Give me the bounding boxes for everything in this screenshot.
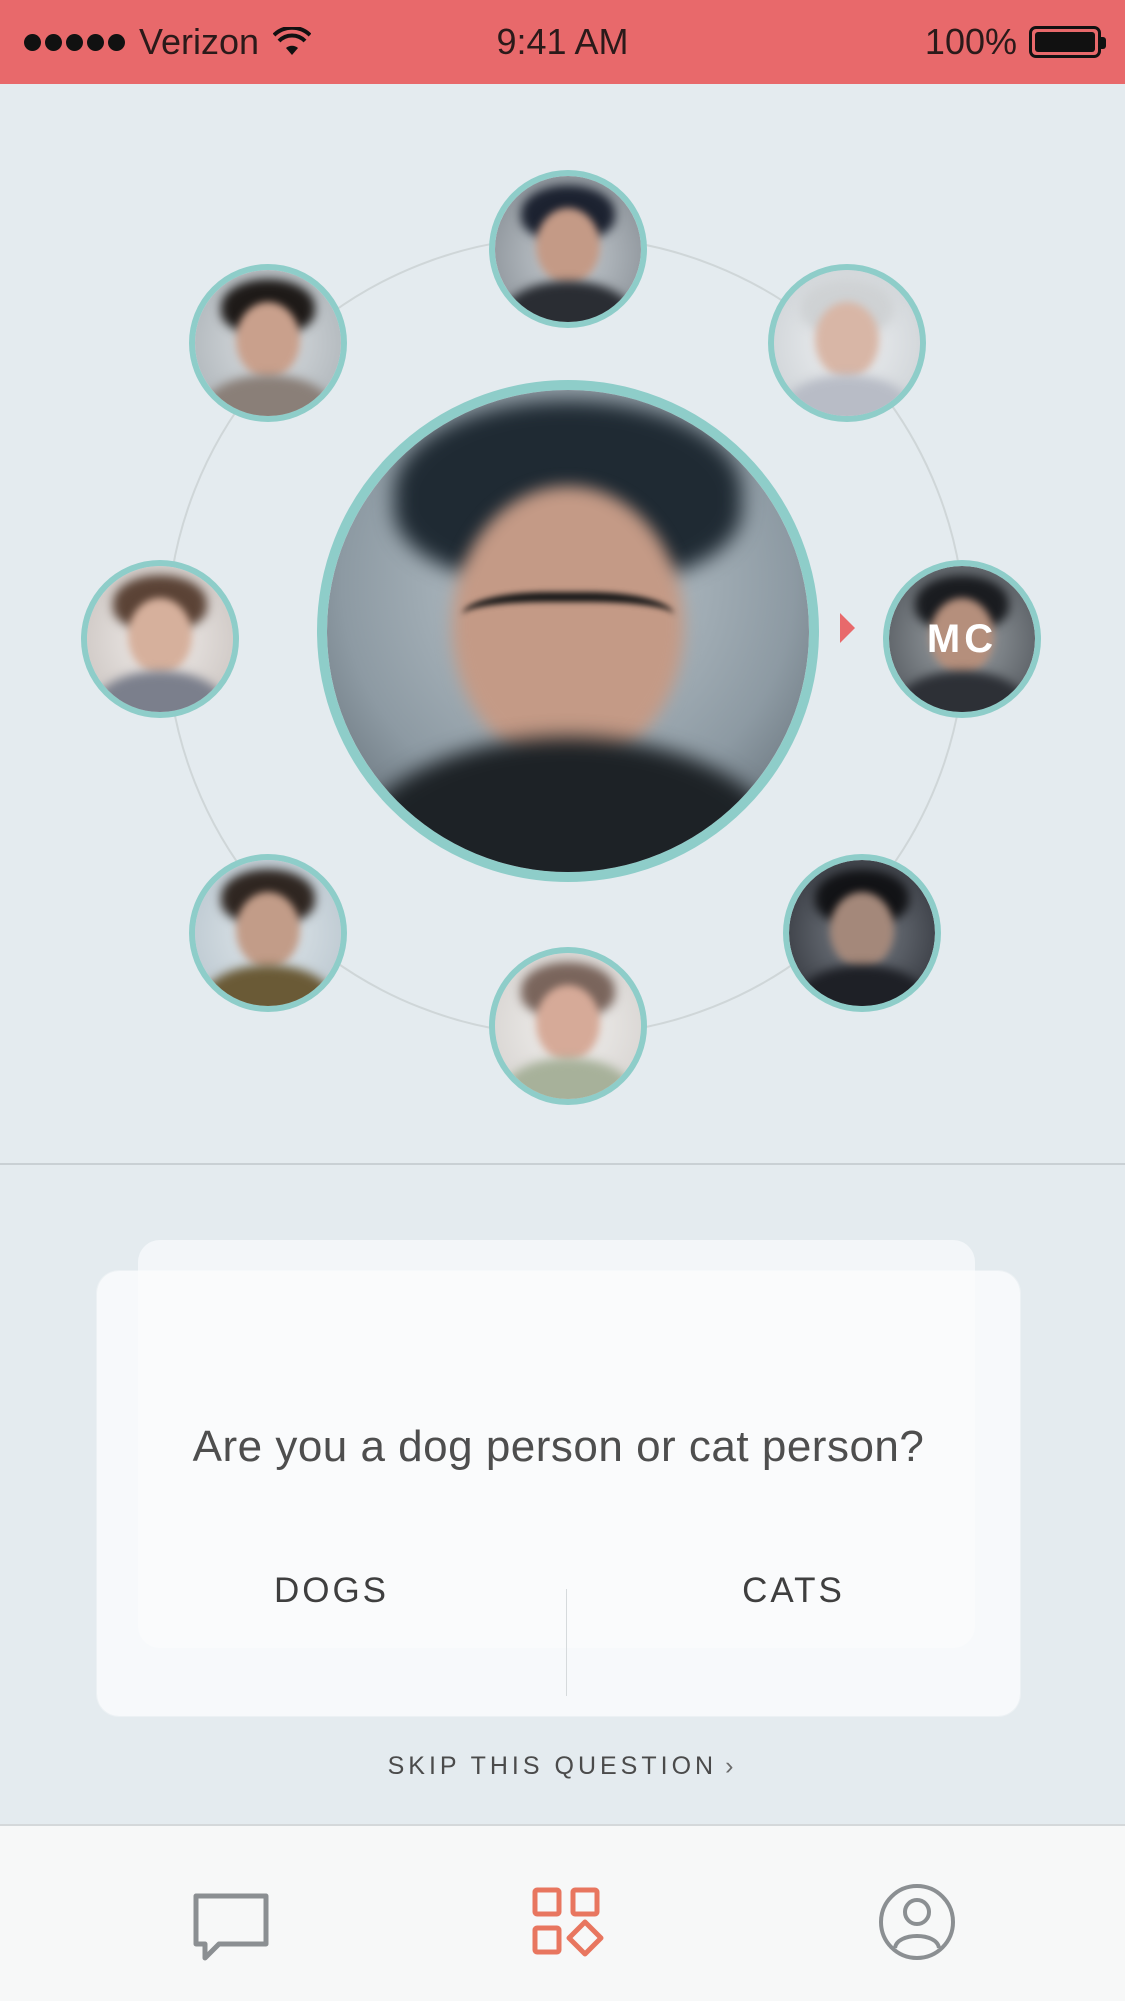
avatar-bottom-right[interactable]	[783, 854, 941, 1012]
status-bar: Verizon 9:41 AM 100%	[0, 0, 1125, 84]
avatar-top[interactable]	[489, 170, 647, 328]
answer-cats-button[interactable]: CATS	[567, 1571, 1020, 1671]
match-orbit: MC	[0, 84, 1125, 1165]
wifi-icon	[273, 27, 312, 55]
status-bar-right: 100%	[924, 21, 1106, 63]
tab-chat[interactable]	[191, 1886, 271, 1966]
battery-icon	[1029, 26, 1106, 58]
avatar-selected-right[interactable]: MC	[883, 560, 1041, 718]
avatar-current-match[interactable]	[317, 380, 819, 882]
section-divider	[0, 1163, 1125, 1165]
selection-arrow-icon	[840, 613, 855, 643]
avatar-top-right[interactable]	[768, 264, 926, 422]
signal-strength-icon	[24, 33, 125, 51]
battery-percent: 100%	[924, 21, 1017, 62]
chevron-right-icon: ›	[725, 1752, 738, 1780]
question-card: Are you a dog person or cat person? DOGS…	[97, 1271, 1020, 1716]
skip-question-link[interactable]: SKIP THIS QUESTION ›	[0, 1752, 1125, 1781]
avatar-initials: MC	[926, 616, 998, 661]
grid-icon	[532, 1887, 604, 1957]
tab-profile[interactable]	[877, 1882, 957, 1962]
profile-icon	[879, 1884, 955, 1960]
skip-question-label: SKIP THIS QUESTION	[387, 1752, 718, 1780]
tab-bar	[0, 1824, 1125, 2001]
avatar-bottom-left[interactable]	[189, 854, 347, 1012]
carrier-label: Verizon	[139, 21, 260, 62]
avatar-bottom[interactable]	[489, 947, 647, 1105]
tab-matches[interactable]	[527, 1882, 607, 1962]
chat-bubble-icon	[193, 1893, 269, 1961]
avatar-top-left[interactable]	[189, 264, 347, 422]
answer-dogs-button[interactable]: DOGS	[97, 1571, 566, 1671]
question-text: Are you a dog person or cat person?	[192, 1422, 925, 1471]
status-bar-left: Verizon	[24, 21, 312, 63]
avatar-left[interactable]	[81, 560, 239, 718]
